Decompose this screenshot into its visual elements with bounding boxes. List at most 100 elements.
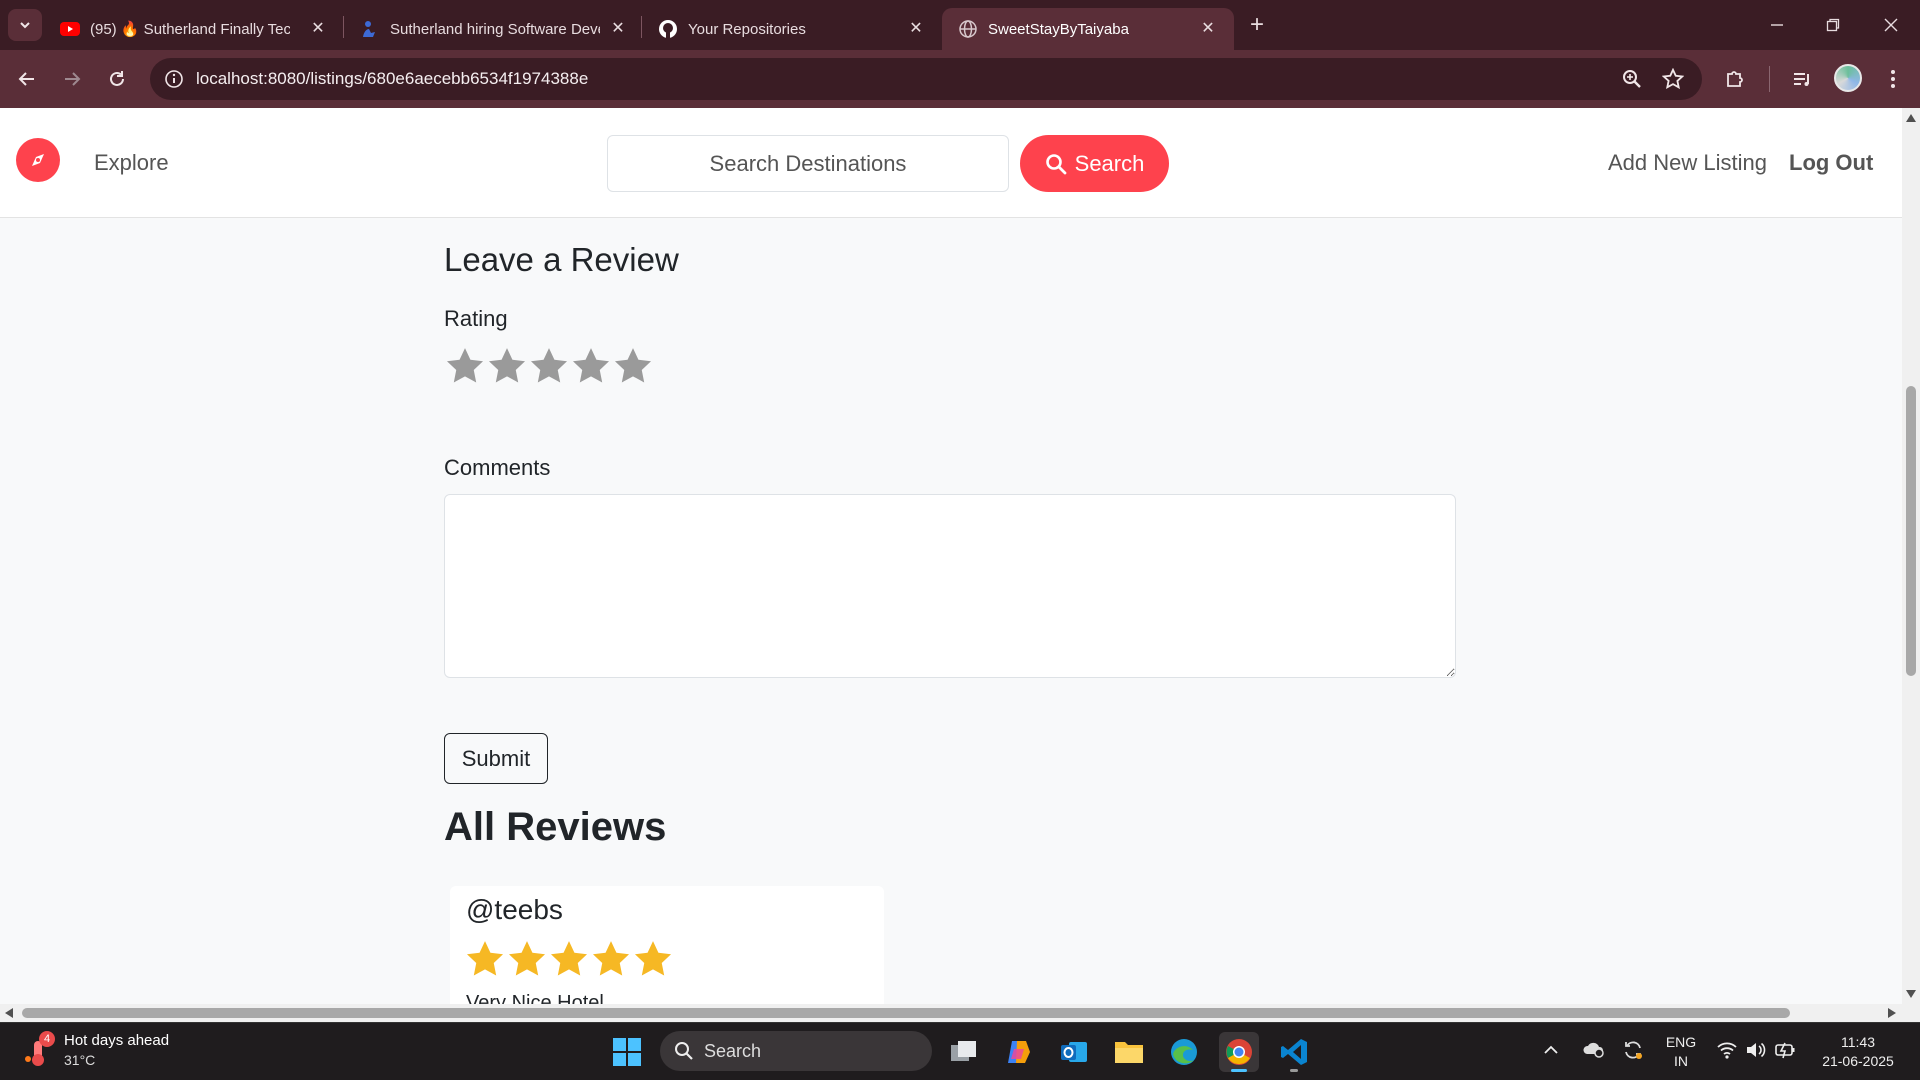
show-hidden-icons-button[interactable]: [1543, 1043, 1559, 1061]
horizontal-scroll-thumb[interactable]: [22, 1008, 1790, 1018]
windows-start-button[interactable]: [607, 1032, 647, 1072]
review-card: @teebs Very Nice Hotel: [450, 886, 884, 1004]
puzzle-icon: [1727, 71, 1743, 87]
bookmark-star-icon[interactable]: [1661, 67, 1685, 91]
zoom-icon[interactable]: [1620, 67, 1644, 91]
logout-link[interactable]: Log Out: [1789, 150, 1873, 176]
star-icon[interactable]: [570, 345, 612, 387]
clock[interactable]: 11:43 21-06-2025: [1812, 1033, 1904, 1071]
tab-search-dropdown-button[interactable]: [8, 9, 42, 41]
back-button[interactable]: [10, 62, 44, 96]
close-icon[interactable]: ✕: [906, 19, 926, 39]
review-comment: Very Nice Hotel: [466, 992, 604, 1004]
close-icon: [1884, 18, 1898, 32]
vscode-button[interactable]: [1274, 1032, 1314, 1072]
reload-button[interactable]: [100, 62, 134, 96]
outlook-button[interactable]: [1054, 1032, 1094, 1072]
chrome-button[interactable]: [1219, 1032, 1259, 1072]
media-controls-button[interactable]: [1785, 62, 1819, 96]
leave-review-heading: Leave a Review: [444, 241, 679, 278]
add-new-listing-link[interactable]: Add New Listing: [1608, 150, 1767, 176]
task-view-icon: [951, 1041, 976, 1061]
submit-review-button[interactable]: Submit: [444, 733, 548, 784]
search-button[interactable]: Search: [1020, 135, 1169, 192]
url-text: localhost:8080/listings/680e6aecebb6534f…: [196, 69, 589, 88]
minimize-button[interactable]: [1757, 10, 1797, 40]
address-bar[interactable]: localhost:8080/listings/680e6aecebb6534f…: [150, 58, 1702, 100]
toolbar-divider: [1769, 66, 1770, 92]
restore-icon: [1826, 18, 1840, 32]
scroll-up-arrow-icon[interactable]: [1906, 114, 1916, 122]
scroll-down-arrow-icon[interactable]: [1906, 990, 1916, 998]
task-view-button[interactable]: [944, 1032, 984, 1072]
region-code: IN: [1674, 1053, 1688, 1069]
edge-button[interactable]: [1164, 1032, 1204, 1072]
reload-icon: [110, 71, 124, 86]
open-app-indicator: [1290, 1069, 1298, 1072]
vertical-scroll-thumb[interactable]: [1906, 386, 1916, 676]
forward-button[interactable]: [55, 62, 89, 96]
new-tab-button[interactable]: +: [1243, 12, 1271, 40]
star-icon: [634, 941, 672, 976]
rating-star-input[interactable]: [444, 345, 654, 387]
profile-avatar[interactable]: [1834, 64, 1862, 92]
sync-tray-icon[interactable]: [1622, 1039, 1644, 1066]
star-icon: [550, 941, 588, 976]
star-icon[interactable]: [486, 345, 528, 387]
taskbar-search-box[interactable]: Search: [660, 1031, 932, 1071]
more-vertical-icon: [1891, 70, 1895, 88]
file-explorer-button[interactable]: [1109, 1032, 1149, 1072]
weather-widget[interactable]: 4: [24, 1031, 58, 1069]
page-viewport: Explore Search Add New Listing Log Out L…: [0, 108, 1902, 1004]
star-icon: [466, 941, 504, 976]
browser-tab-job[interactable]: Sutherland hiring Software Developer ✕: [344, 8, 644, 50]
browser-tab-github[interactable]: Your Repositories ✕: [642, 8, 942, 50]
star-icon: [508, 941, 546, 976]
clock-date: 21-06-2025: [1822, 1053, 1894, 1069]
close-icon[interactable]: ✕: [1198, 19, 1218, 39]
review-rating-stars: [464, 938, 674, 980]
playlist-icon: [1794, 73, 1809, 86]
battery-icon[interactable]: [1775, 1040, 1797, 1065]
site-navbar: Explore Search Add New Listing Log Out: [0, 108, 1902, 218]
comments-textarea[interactable]: [444, 494, 1456, 678]
scroll-right-arrow-icon[interactable]: [1888, 1008, 1896, 1018]
scroll-left-arrow-icon[interactable]: [5, 1008, 13, 1018]
extensions-button[interactable]: [1718, 62, 1752, 96]
input-language-indicator[interactable]: ENG IN: [1662, 1033, 1700, 1071]
arrow-left-icon: [18, 72, 34, 86]
close-icon[interactable]: ✕: [608, 19, 628, 39]
browser-tab-youtube[interactable]: (95) 🔥 Sutherland Finally Tech Hiring ✕: [44, 8, 344, 50]
edge-icon: [1171, 1039, 1197, 1065]
browser-menu-button[interactable]: [1876, 62, 1910, 96]
wifi-icon[interactable]: [1716, 1041, 1738, 1064]
star-icon[interactable]: [444, 345, 486, 387]
weather-temp: 31°C: [64, 1052, 96, 1068]
globe-icon: [958, 19, 978, 39]
star-icon[interactable]: [612, 345, 654, 387]
compass-logo-icon[interactable]: [16, 138, 60, 182]
volume-icon[interactable]: [1745, 1040, 1767, 1065]
search-icon: [1045, 153, 1067, 174]
site-info-icon[interactable]: [162, 67, 186, 91]
tab-label: Your Repositories: [688, 20, 806, 38]
vertical-scrollbar[interactable]: [1902, 108, 1920, 1004]
search-icon: [675, 1042, 693, 1060]
tab-label: (95) 🔥 Sutherland Finally Tech Hiring: [90, 21, 290, 38]
close-window-button[interactable]: [1871, 10, 1911, 40]
search-destinations-input[interactable]: [607, 135, 1009, 192]
tab-label: SweetStayByTaiyaba: [988, 20, 1129, 38]
browser-tab-sweetstay[interactable]: SweetStayByTaiyaba ✕: [942, 8, 1234, 50]
taskbar-search-label: Search: [704, 1040, 762, 1061]
onedrive-tray-icon[interactable]: [1582, 1039, 1606, 1064]
comments-label: Comments: [444, 455, 551, 480]
close-icon[interactable]: ✕: [308, 19, 328, 39]
star-icon[interactable]: [528, 345, 570, 387]
copilot-button[interactable]: [999, 1032, 1039, 1072]
restore-button[interactable]: [1813, 10, 1853, 40]
clock-time: 11:43: [1841, 1034, 1875, 1050]
windows-taskbar: 4 Hot days ahead 31°C Search ENG IN 11:4…: [0, 1022, 1920, 1080]
nav-explore-link[interactable]: Explore: [94, 150, 169, 176]
horizontal-scrollbar[interactable]: [0, 1004, 1920, 1022]
arrow-right-icon: [65, 72, 81, 86]
